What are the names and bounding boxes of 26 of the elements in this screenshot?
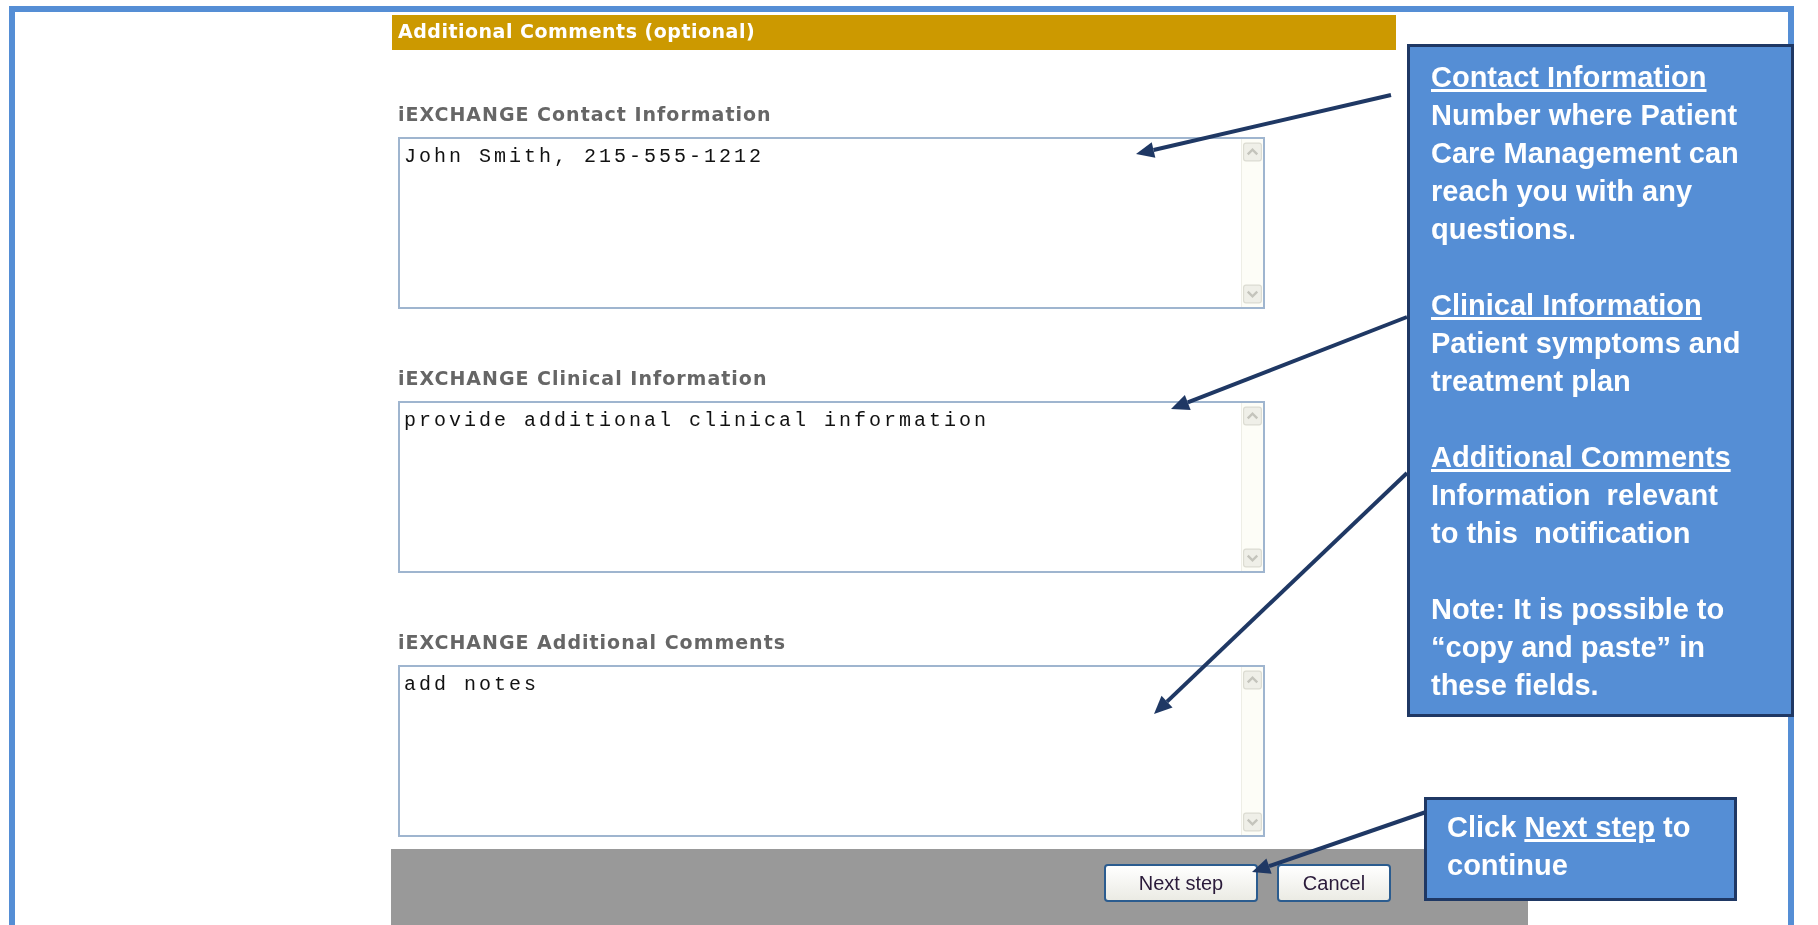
callout-text: Click Next step to continue bbox=[1447, 810, 1692, 883]
scroll-down-icon[interactable] bbox=[1243, 283, 1262, 305]
callout-text: Number where Patient Care Management can reach you with any questions. bbox=[1431, 98, 1740, 247]
field-label: iEXCHANGE Clinical Information bbox=[398, 367, 768, 389]
text-area[interactable]: add notes bbox=[398, 665, 1265, 837]
text-area[interactable]: John Smith, 215-555-1212 bbox=[398, 137, 1265, 309]
section-header: Additional Comments (optional) bbox=[392, 15, 1396, 50]
scrollbar[interactable] bbox=[1241, 667, 1263, 835]
scroll-up-icon[interactable] bbox=[1243, 405, 1262, 427]
field-label: iEXCHANGE Contact Information bbox=[398, 103, 772, 125]
callout-text: Information relevant to this notification bbox=[1431, 478, 1719, 551]
scroll-up-icon[interactable] bbox=[1243, 141, 1262, 163]
scrollbar[interactable] bbox=[1241, 139, 1263, 307]
scrollbar[interactable] bbox=[1241, 403, 1263, 571]
callout-text: Note: It is possible to “copy and paste” in these fields. bbox=[1431, 592, 1726, 703]
scroll-down-icon[interactable] bbox=[1243, 811, 1262, 833]
field-label: iEXCHANGE Additional Comments bbox=[398, 631, 787, 653]
callout-text: Patient symptoms and treatment plan bbox=[1431, 326, 1742, 399]
text-area[interactable]: provide additional clinical information bbox=[398, 401, 1265, 573]
callout-heading: Additional Comments bbox=[1431, 440, 1731, 475]
scroll-down-icon[interactable] bbox=[1243, 547, 1262, 569]
cancel-button[interactable]: Cancel bbox=[1277, 864, 1391, 902]
scroll-up-icon[interactable] bbox=[1243, 669, 1262, 691]
callout-heading: Clinical Information bbox=[1431, 288, 1702, 323]
next-step-button[interactable]: Next step bbox=[1104, 864, 1258, 902]
callout-heading: Contact Information bbox=[1431, 60, 1707, 95]
